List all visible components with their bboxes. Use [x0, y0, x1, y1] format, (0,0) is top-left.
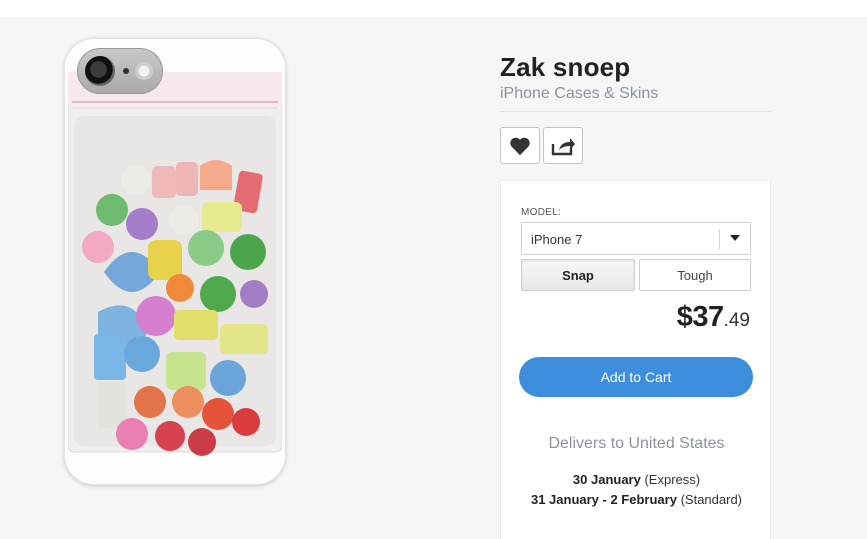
- price-cents: .49: [723, 310, 750, 331]
- price: $37 .49: [677, 301, 750, 334]
- model-label: MODEL:: [521, 207, 562, 218]
- delivery-heading[interactable]: Delivers to United States: [501, 435, 772, 453]
- model-select-value: iPhone 7: [531, 232, 583, 247]
- delivery-dates: 31 January - 2 February: [530, 492, 677, 507]
- mic-dot: [123, 68, 129, 74]
- add-to-cart-button[interactable]: Add to Cart: [519, 357, 753, 397]
- pills-bag-artwork: [68, 72, 282, 456]
- delivery-option-standard: 31 January - 2 February (Standard): [501, 492, 772, 507]
- heart-icon: [510, 137, 530, 155]
- delivery-option-express: 30 January (Express): [501, 472, 772, 487]
- divider: [500, 111, 771, 112]
- camera-pod: [77, 48, 163, 94]
- product-title: Zak snoep: [500, 52, 631, 82]
- share-icon: [551, 137, 575, 155]
- share-button[interactable]: [543, 127, 583, 164]
- favorite-button[interactable]: [500, 127, 540, 164]
- model-select[interactable]: iPhone 7: [521, 222, 751, 255]
- delivery-dates: 30 January: [572, 472, 641, 487]
- delivery-method: (Standard): [680, 492, 742, 507]
- price-main: $37: [676, 301, 724, 333]
- chevron-down-icon: [728, 231, 742, 245]
- product-category-link[interactable]: iPhone Cases & Skins: [500, 85, 658, 103]
- top-bar: [0, 0, 867, 17]
- case-type-tough-button[interactable]: Tough: [639, 259, 751, 291]
- case-type-snap-button[interactable]: Snap: [521, 259, 635, 291]
- purchase-panel: MODEL: iPhone 7 Snap Tough $37 .49 Add t…: [500, 180, 771, 539]
- flash-icon: [135, 62, 153, 80]
- delivery-method: (Express): [644, 472, 701, 487]
- select-separator: [719, 229, 720, 249]
- product-image[interactable]: [64, 38, 286, 485]
- camera-lens-icon: [85, 56, 115, 86]
